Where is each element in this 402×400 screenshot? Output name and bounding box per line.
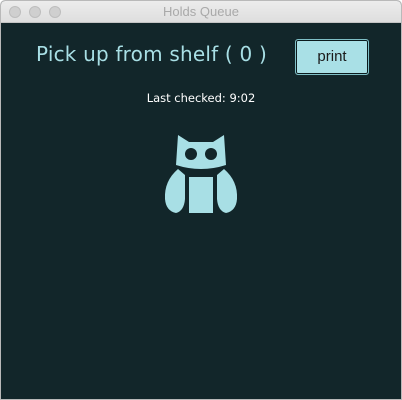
page-title: Pick up from shelf ( 0 ) <box>36 42 267 66</box>
title-bar[interactable]: Holds Queue <box>1 1 401 23</box>
owl-icon <box>164 135 238 213</box>
last-checked-status: Last checked: 9:02 <box>146 91 256 105</box>
app-window: Holds Queue Pick up from shelf ( 0 ) pri… <box>0 0 402 400</box>
main-content: Pick up from shelf ( 0 ) print Last chec… <box>1 23 401 399</box>
print-button[interactable]: print <box>295 39 369 75</box>
window-title: Holds Queue <box>163 4 239 19</box>
